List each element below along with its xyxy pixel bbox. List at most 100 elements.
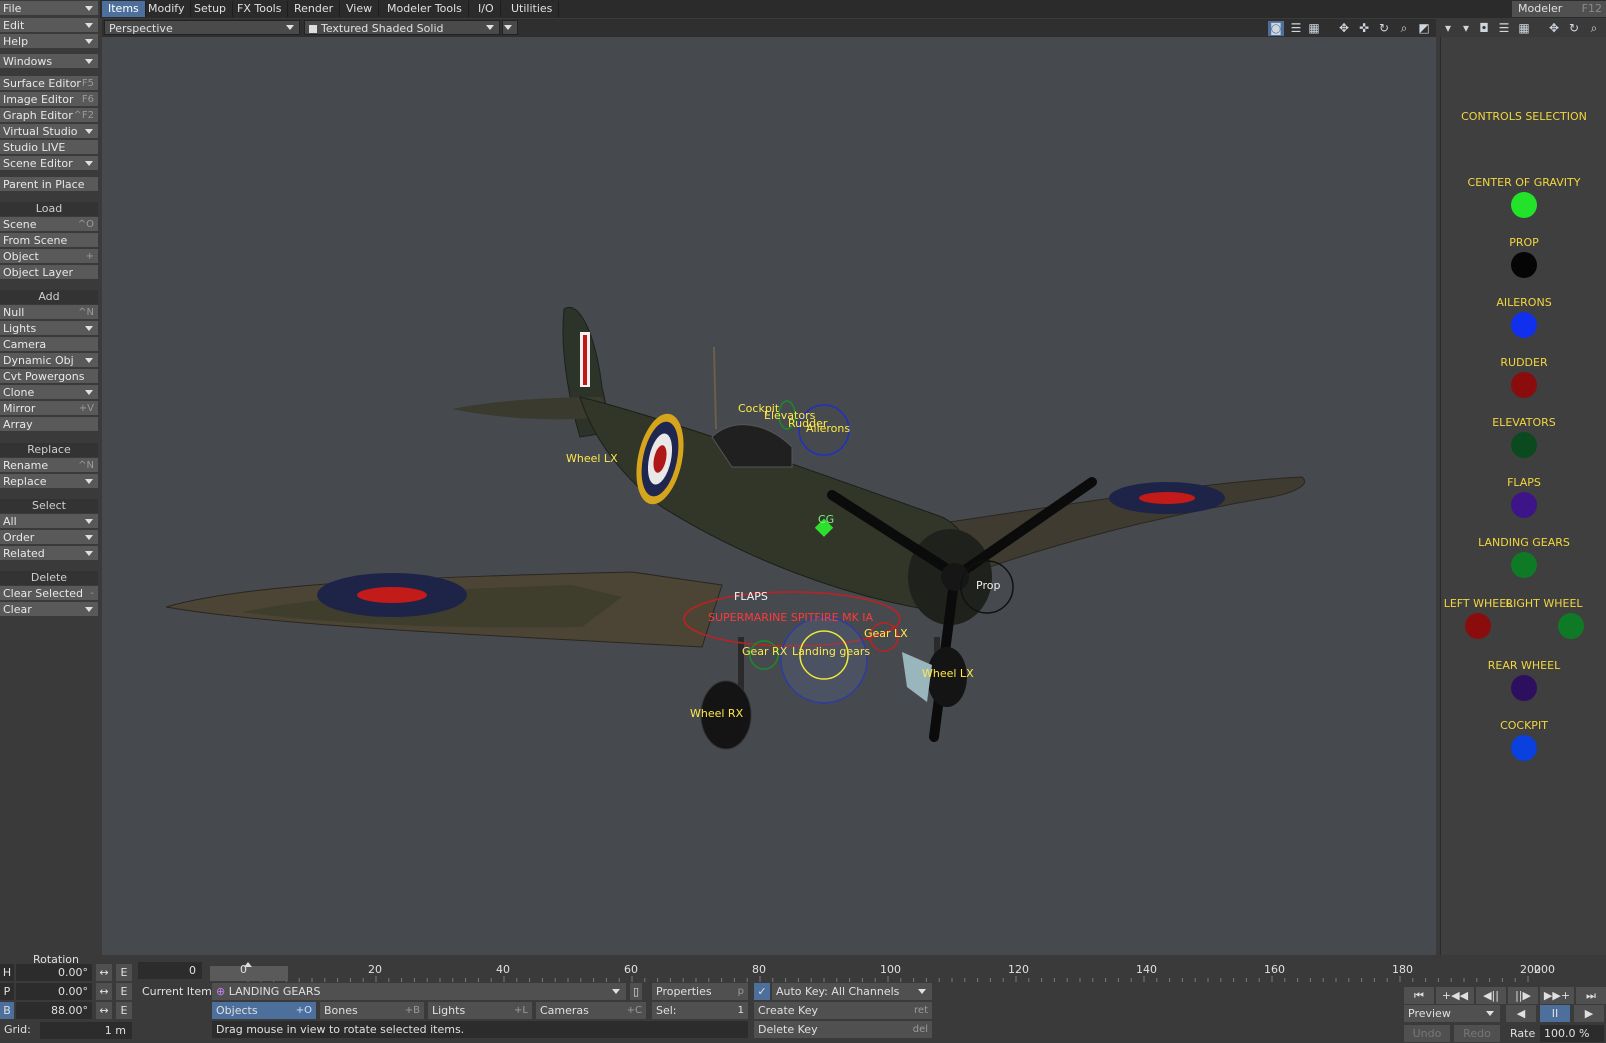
rate-field[interactable]: 100.0 % xyxy=(1540,1025,1604,1042)
help-menu[interactable]: Help xyxy=(0,34,98,49)
pan-icon[interactable]: ✜ xyxy=(1356,21,1372,36)
file-menu[interactable]: File xyxy=(0,1,98,16)
auto-key-select[interactable]: Auto Key: All Channels xyxy=(772,983,932,1000)
surface-editor-button[interactable]: Surface Editor F5 xyxy=(0,76,98,91)
parent-in-place-button[interactable]: Parent in Place xyxy=(0,177,98,192)
left-wheel-button[interactable] xyxy=(1465,613,1491,639)
list-icon[interactable]: ☰ xyxy=(1288,21,1304,36)
add-camera-button[interactable]: Camera xyxy=(0,337,98,352)
play-icon[interactable]: ▶ xyxy=(1574,1005,1604,1022)
clear-menu[interactable]: Clear xyxy=(0,602,98,617)
delete-key-button[interactable]: Delete Key del xyxy=(754,1021,932,1038)
preview-select[interactable]: Preview xyxy=(1404,1005,1500,1022)
tab-io[interactable]: I/O xyxy=(472,1,501,17)
modeler-button[interactable]: Modeler F12 xyxy=(1512,1,1606,17)
view-mode-select[interactable]: Perspective xyxy=(104,20,300,35)
grid-size-field[interactable]: 1 m xyxy=(40,1022,132,1039)
studio-live-button[interactable]: Studio LIVE xyxy=(0,140,98,155)
dynamic-obj-menu[interactable]: Dynamic Obj xyxy=(0,353,98,368)
select-all-menu[interactable]: All xyxy=(0,514,98,529)
cvt-powergons-button[interactable]: Cvt Powergons xyxy=(0,369,98,384)
move-icon[interactable]: ✥ xyxy=(1546,21,1562,36)
edit-menu[interactable]: Edit xyxy=(0,18,98,33)
properties-button[interactable]: Properties p xyxy=(652,983,748,1000)
replace-menu[interactable]: Replace xyxy=(0,474,98,489)
virtual-studio-menu[interactable]: Virtual Studio xyxy=(0,124,98,139)
undo-button[interactable]: Undo xyxy=(1404,1025,1450,1042)
rotate-icon[interactable]: ↻ xyxy=(1566,21,1582,36)
add-null-button[interactable]: Null ^N xyxy=(0,305,98,320)
objects-mode-button[interactable]: Objects +O xyxy=(212,1002,316,1019)
zoom-icon[interactable]: ⌕ xyxy=(1396,21,1412,36)
redo-button[interactable]: Redo xyxy=(1454,1025,1500,1042)
chevron-down-icon[interactable]: ▾ xyxy=(1458,21,1474,36)
rudder-button[interactable] xyxy=(1511,372,1537,398)
tab-items[interactable]: Items xyxy=(102,1,146,17)
pitch-value-field[interactable]: 0.00° xyxy=(16,983,92,1000)
pitch-envelope-button[interactable]: E xyxy=(116,983,132,1000)
end-frame-label[interactable]: 200 xyxy=(1534,963,1555,976)
array-button[interactable]: Array xyxy=(0,417,98,432)
bones-mode-button[interactable]: Bones +B xyxy=(320,1002,424,1019)
camera-view-icon[interactable]: ◙ xyxy=(1268,21,1284,36)
current-item-select[interactable]: ⊕ LANDING GEARS xyxy=(212,983,626,1000)
tab-modeler-tools[interactable]: Modeler Tools xyxy=(381,1,469,17)
bank-value-field[interactable]: 88.00° xyxy=(16,1002,92,1019)
go-to-end-icon[interactable]: ⏭ xyxy=(1576,987,1606,1004)
ailerons-button[interactable] xyxy=(1511,312,1537,338)
tab-setup[interactable]: Setup xyxy=(188,1,234,17)
heading-value-field[interactable]: 0.00° xyxy=(16,964,92,981)
lights-mode-button[interactable]: Lights +L xyxy=(428,1002,532,1019)
prop-button[interactable] xyxy=(1511,252,1537,278)
bank-envelope-button[interactable]: E xyxy=(116,1002,132,1019)
next-key-icon[interactable]: ▶▶+ xyxy=(1540,987,1574,1004)
pause-icon[interactable]: II xyxy=(1540,1005,1570,1022)
right-wheel-button[interactable] xyxy=(1558,613,1584,639)
object-layer-button[interactable]: Object Layer xyxy=(0,265,98,280)
item-picker-icon[interactable]: ▯ xyxy=(630,983,642,1000)
camera-icon[interactable]: ◘ xyxy=(1476,21,1492,36)
list-icon[interactable]: ☰ xyxy=(1496,21,1512,36)
viewport-options-dropdown[interactable] xyxy=(502,20,518,35)
windows-menu[interactable]: Windows xyxy=(0,54,98,69)
move-icon[interactable]: ✥ xyxy=(1336,21,1352,36)
play-reverse-icon[interactable]: ◀ xyxy=(1506,1005,1536,1022)
rear-wheel-button[interactable] xyxy=(1511,675,1537,701)
timeline-scrubber[interactable]: 0 20 40 60 80 100 120 140 160 180 200 xyxy=(138,960,1606,984)
graph-editor-button[interactable]: Graph Editor ^F2 xyxy=(0,108,98,123)
tab-view[interactable]: View xyxy=(340,1,380,17)
flaps-button[interactable] xyxy=(1511,492,1537,518)
add-lights-menu[interactable]: Lights xyxy=(0,321,98,336)
tab-modify[interactable]: Modify xyxy=(142,1,192,17)
heading-arrows-icon[interactable]: ↔ xyxy=(96,964,112,981)
step-forward-icon[interactable]: ||▶ xyxy=(1508,987,1538,1004)
cockpit-button[interactable] xyxy=(1511,735,1537,761)
load-object-button[interactable]: Object + xyxy=(0,249,98,264)
maximize-icon[interactable]: ◩ xyxy=(1416,21,1432,36)
render-mode-select[interactable]: Textured Shaded Solid xyxy=(304,20,500,35)
heading-envelope-button[interactable]: E xyxy=(116,964,132,981)
grid-icon[interactable]: ▦ xyxy=(1306,21,1322,36)
create-key-button[interactable]: Create Key ret xyxy=(754,1002,932,1019)
select-related-menu[interactable]: Related xyxy=(0,546,98,561)
cameras-mode-button[interactable]: Cameras +C xyxy=(536,1002,646,1019)
pitch-arrows-icon[interactable]: ↔ xyxy=(96,983,112,1000)
clone-menu[interactable]: Clone xyxy=(0,385,98,400)
mirror-button[interactable]: Mirror +V xyxy=(0,401,98,416)
rotate-icon[interactable]: ↻ xyxy=(1376,21,1392,36)
from-scene-button[interactable]: From Scene xyxy=(0,233,98,248)
bank-arrows-icon[interactable]: ↔ xyxy=(96,1002,112,1019)
tab-utilities[interactable]: Utilities xyxy=(505,1,560,17)
frame-start-field[interactable]: 0 xyxy=(138,962,202,979)
landing-gears-button[interactable] xyxy=(1511,552,1537,578)
center-of-gravity-button[interactable] xyxy=(1511,192,1537,218)
zoom-icon[interactable]: ⌕ xyxy=(1586,21,1602,36)
elevators-button[interactable] xyxy=(1511,432,1537,458)
clear-selected-button[interactable]: Clear Selected - xyxy=(0,586,98,601)
perspective-viewport[interactable]: Cockpit Elevators Rudder Ailerons Wheel … xyxy=(102,37,1436,955)
previous-key-icon[interactable]: +◀◀ xyxy=(1436,987,1474,1004)
select-order-menu[interactable]: Order xyxy=(0,530,98,545)
auto-key-checkbox[interactable]: ✓ xyxy=(754,983,770,1000)
tab-fx-tools[interactable]: FX Tools xyxy=(231,1,289,17)
scene-editor-menu[interactable]: Scene Editor xyxy=(0,156,98,171)
